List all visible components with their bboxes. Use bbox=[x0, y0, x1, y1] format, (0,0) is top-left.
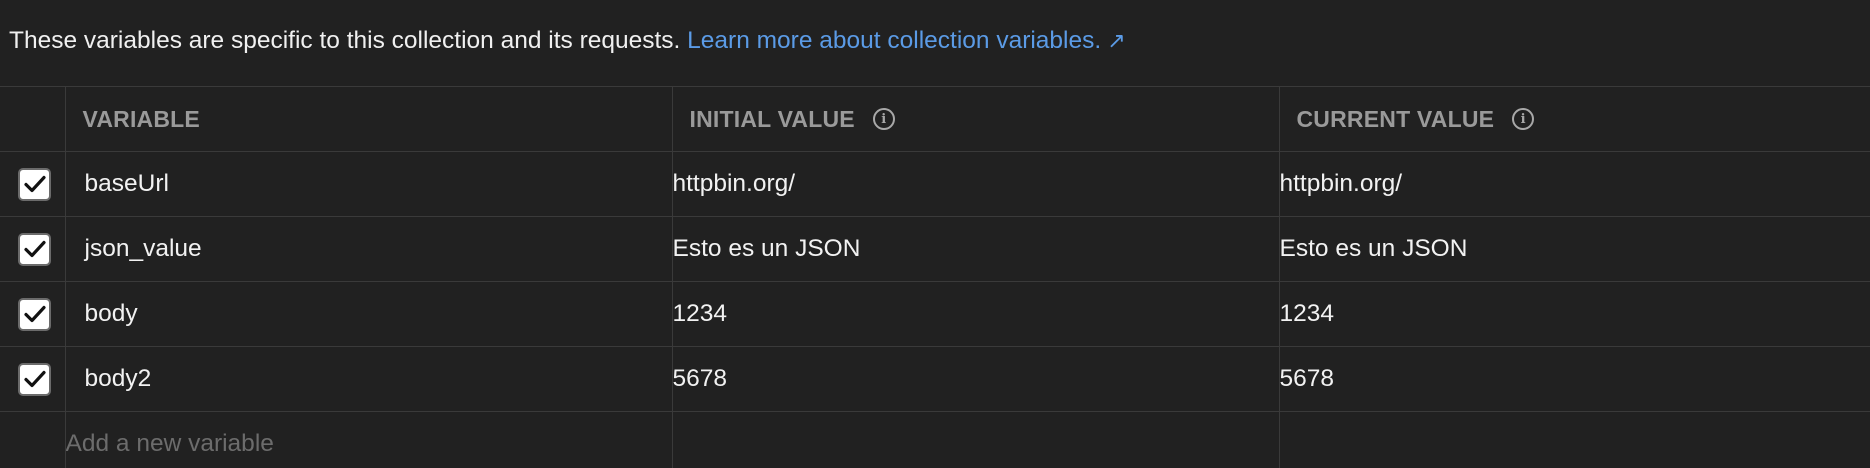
row-checkbox-cell bbox=[0, 151, 66, 217]
learn-more-link[interactable]: Learn more about collection variables. ↗ bbox=[687, 27, 1125, 54]
header-variable-label: VARIABLE bbox=[82, 105, 200, 132]
variable-name-cell[interactable]: body bbox=[65, 281, 673, 347]
current-value-cell[interactable]: httpbin.org/ bbox=[1279, 151, 1870, 217]
header-current-value-label: CURRENT VALUE bbox=[1296, 105, 1495, 132]
header-variable: VARIABLE bbox=[65, 86, 673, 152]
enable-checkbox[interactable] bbox=[18, 167, 52, 201]
new-initial-value-cell[interactable] bbox=[672, 411, 1280, 468]
current-value-info-icon[interactable]: i bbox=[1512, 108, 1535, 130]
checkmark-icon bbox=[24, 370, 46, 388]
table-row: body 1234 1234 bbox=[0, 281, 1870, 347]
row-checkbox-cell bbox=[0, 281, 66, 347]
header-current-value: CURRENT VALUE i bbox=[1279, 86, 1870, 152]
initial-value-cell[interactable]: Esto es un JSON bbox=[672, 216, 1280, 282]
checkmark-icon bbox=[24, 305, 46, 323]
table-row: json_value Esto es un JSON Esto es un JS… bbox=[0, 216, 1870, 282]
variable-name-cell[interactable]: json_value bbox=[65, 216, 673, 282]
initial-value-info-icon[interactable]: i bbox=[872, 108, 895, 130]
new-current-value-cell[interactable] bbox=[1279, 411, 1870, 468]
checkmark-icon bbox=[24, 175, 46, 193]
collection-variables-description: These variables are specific to this col… bbox=[0, 0, 1870, 86]
add-new-variable-input[interactable]: Add a new variable bbox=[65, 411, 673, 468]
enable-checkbox[interactable] bbox=[18, 297, 52, 331]
variable-name-cell[interactable]: body2 bbox=[65, 346, 673, 412]
row-checkbox-cell bbox=[0, 346, 66, 412]
table-row: baseUrl httpbin.org/ httpbin.org/ bbox=[0, 151, 1870, 217]
external-link-icon: ↗ bbox=[1107, 28, 1126, 53]
header-checkbox-column bbox=[0, 86, 66, 152]
initial-value-cell[interactable]: 1234 bbox=[672, 281, 1280, 347]
description-text: These variables are specific to this col… bbox=[9, 27, 681, 54]
new-variable-row: Add a new variable bbox=[0, 411, 1870, 468]
variables-table: VARIABLE INITIAL VALUE i CURRENT VALUE i bbox=[0, 86, 1870, 468]
initial-value-cell[interactable]: httpbin.org/ bbox=[672, 151, 1280, 217]
current-value-cell[interactable]: 1234 bbox=[1279, 281, 1870, 347]
variable-name-cell[interactable]: baseUrl bbox=[65, 151, 673, 217]
current-value-cell[interactable]: 5678 bbox=[1279, 346, 1870, 412]
enable-checkbox[interactable] bbox=[18, 362, 52, 396]
header-initial-value-label: INITIAL VALUE bbox=[689, 105, 855, 132]
initial-value-cell[interactable]: 5678 bbox=[672, 346, 1280, 412]
checkmark-icon bbox=[24, 240, 46, 258]
header-initial-value: INITIAL VALUE i bbox=[672, 86, 1280, 152]
current-value-cell[interactable]: Esto es un JSON bbox=[1279, 216, 1870, 282]
learn-more-link-label: Learn more about collection variables. bbox=[687, 27, 1102, 54]
table-row: body2 5678 5678 bbox=[0, 346, 1870, 412]
enable-checkbox[interactable] bbox=[18, 232, 52, 266]
table-header-row: VARIABLE INITIAL VALUE i CURRENT VALUE i bbox=[0, 86, 1870, 152]
new-row-checkbox-cell bbox=[0, 411, 66, 468]
row-checkbox-cell bbox=[0, 216, 66, 282]
